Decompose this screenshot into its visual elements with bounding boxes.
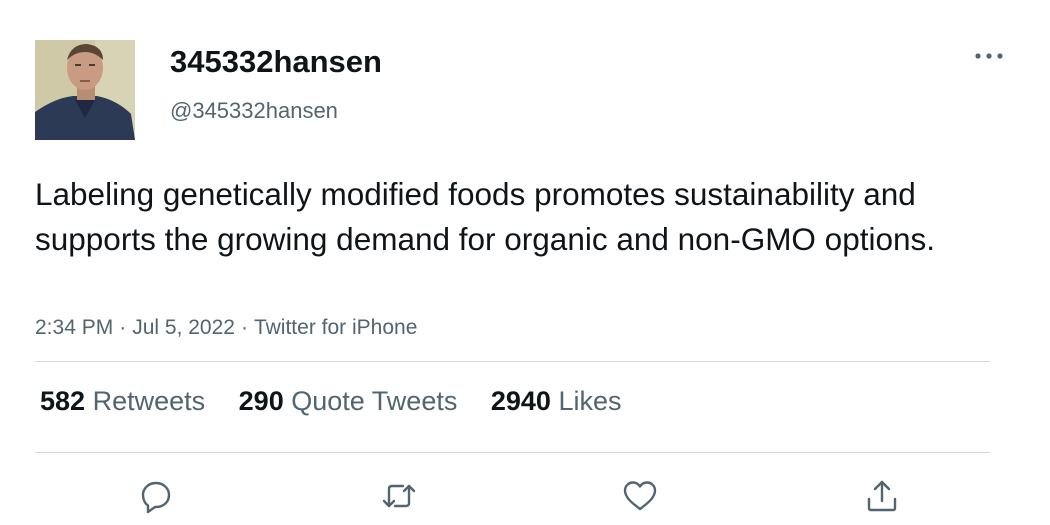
tweet-metadata: 2:34 PM · Jul 5, 2022 · Twitter for iPhone (35, 316, 417, 340)
heart-icon (623, 481, 657, 511)
likes-stat[interactable]: 2940 Likes (491, 386, 622, 417)
quote-tweets-label: Quote Tweets (291, 386, 458, 416)
share-button[interactable] (862, 476, 902, 516)
tweet-time[interactable]: 2:34 PM (35, 316, 113, 339)
divider (35, 452, 990, 453)
retweets-count: 582 (40, 386, 86, 416)
meta-separator: · (240, 316, 248, 339)
retweet-button[interactable] (379, 476, 419, 516)
avatar[interactable] (35, 40, 135, 140)
like-button[interactable] (620, 476, 660, 516)
tweet-stats: 582 Retweets 290 Quote Tweets 2940 Likes (40, 386, 647, 417)
quote-tweets-count: 290 (238, 386, 284, 416)
divider (35, 361, 990, 362)
user-handle[interactable]: @345332hansen (170, 98, 338, 124)
reply-icon (141, 481, 171, 514)
meta-separator: · (119, 316, 127, 339)
display-name[interactable]: 345332hansen (170, 44, 382, 80)
tweet-source[interactable]: Twitter for iPhone (254, 316, 417, 339)
share-icon (867, 480, 897, 512)
reply-button[interactable] (136, 476, 176, 516)
more-options-button[interactable] (972, 44, 1006, 68)
more-horizontal-icon (975, 53, 1003, 59)
tweet-text: Labeling genetically modified foods prom… (35, 176, 936, 257)
likes-label: Likes (558, 386, 622, 416)
likes-count: 2940 (490, 386, 551, 416)
tweet-date[interactable]: Jul 5, 2022 (132, 316, 235, 339)
retweet-icon (382, 484, 416, 508)
quote-tweets-stat[interactable]: 290 Quote Tweets (239, 386, 458, 417)
retweets-stat[interactable]: 582 Retweets (40, 386, 205, 417)
retweets-label: Retweets (92, 386, 206, 416)
